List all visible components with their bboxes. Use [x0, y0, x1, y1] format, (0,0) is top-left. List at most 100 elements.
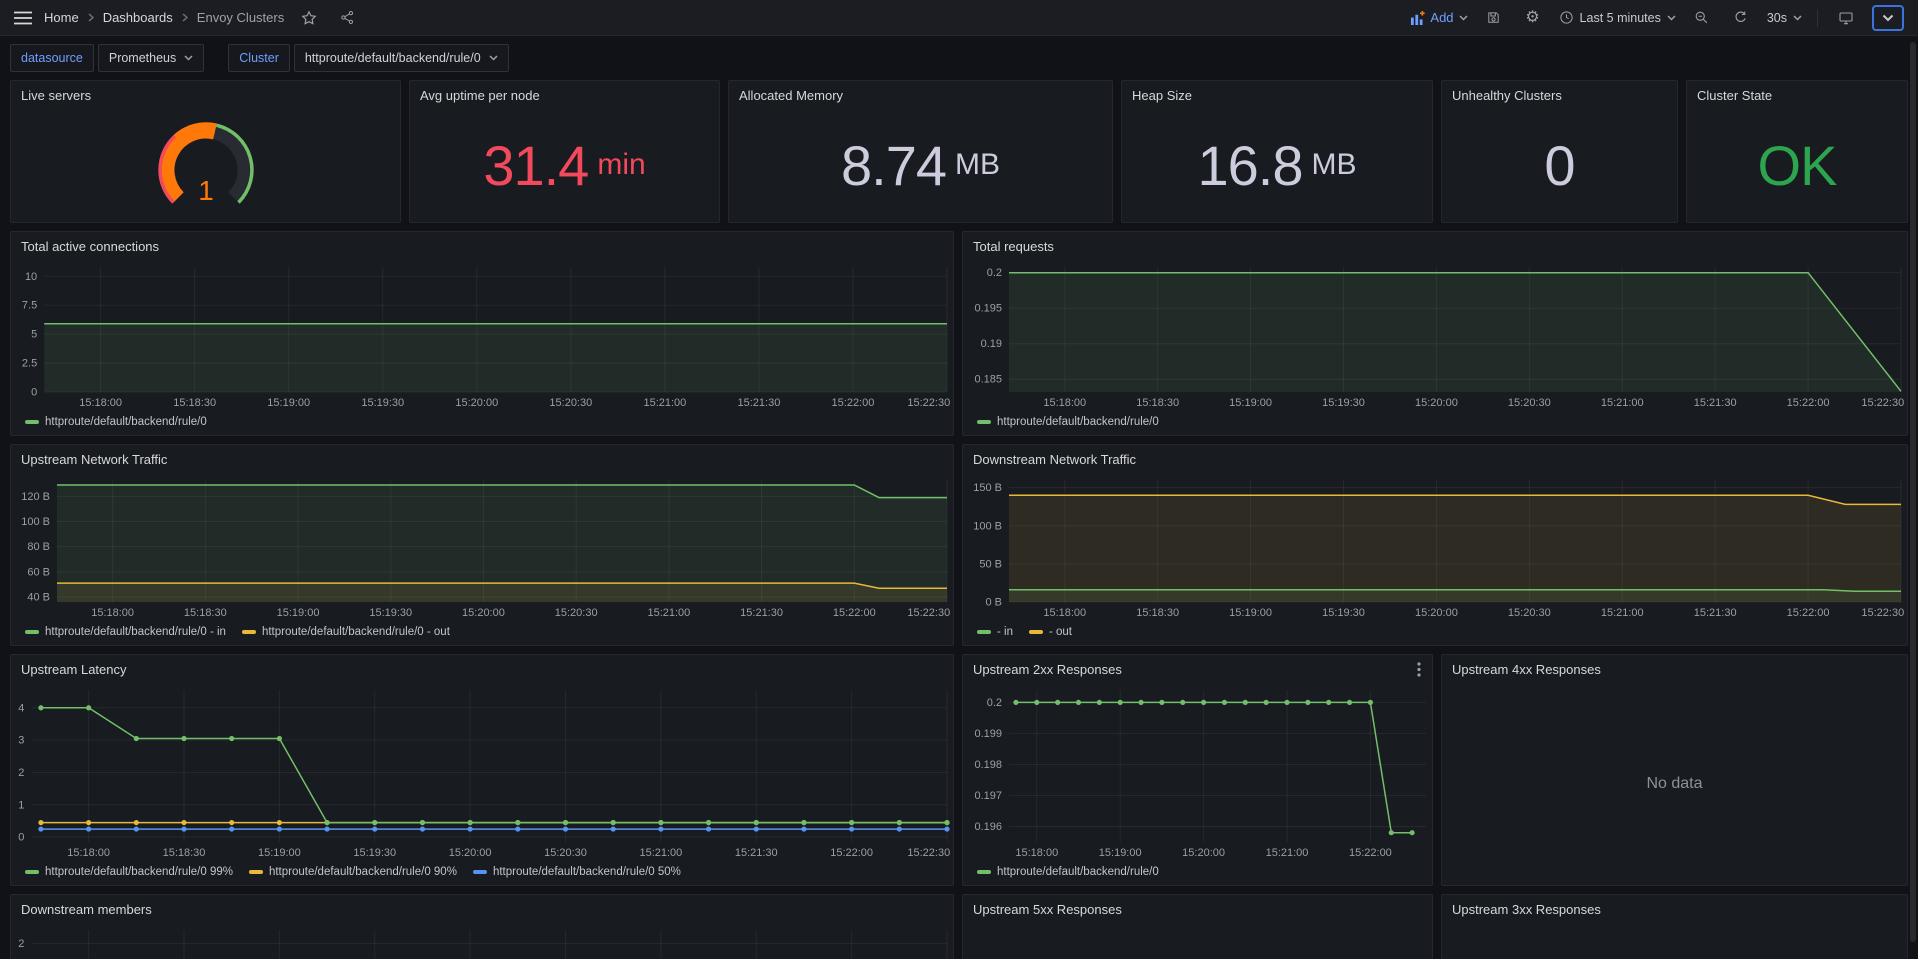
- svg-text:15:21:30: 15:21:30: [740, 607, 783, 619]
- legend-item[interactable]: - out: [1029, 626, 1072, 638]
- legend-item[interactable]: httproute/default/backend/rule/0 - in: [25, 626, 226, 638]
- time-range-label: Last 5 minutes: [1580, 11, 1661, 25]
- cluster-filter-label[interactable]: Cluster: [228, 44, 290, 72]
- svg-text:15:18:30: 15:18:30: [1136, 397, 1179, 409]
- stat-value: 0: [1442, 108, 1677, 222]
- share-icon[interactable]: [334, 5, 360, 31]
- chart-upstream-5xx-responses[interactable]: [963, 922, 1432, 959]
- panel-upstream-network-traffic: Upstream Network Traffic 120 B100 B80 B6…: [10, 444, 954, 646]
- panel-allocated-memory: Allocated Memory 8.74 MB: [728, 80, 1113, 223]
- panel-total-requests: Total requests 0.20.1950.190.18515:18:00…: [962, 231, 1908, 436]
- svg-text:15:20:30: 15:20:30: [1508, 397, 1551, 409]
- svg-text:15:18:00: 15:18:00: [91, 607, 134, 619]
- svg-text:15:21:00: 15:21:00: [1601, 607, 1644, 619]
- kiosk-monitor-icon[interactable]: [1833, 5, 1859, 31]
- svg-text:15:21:30: 15:21:30: [738, 397, 781, 409]
- svg-text:15:19:30: 15:19:30: [1322, 397, 1365, 409]
- collapse-nav-button[interactable]: [1872, 5, 1904, 31]
- chart-legend: httproute/default/backend/rule/0: [963, 863, 1432, 885]
- live-servers-gauge[interactable]: 1: [11, 108, 400, 222]
- svg-text:15:20:00: 15:20:00: [455, 397, 498, 409]
- chart-upstream-2xx-responses[interactable]: 0.20.1990.1980.1970.19615:18:0015:19:001…: [963, 682, 1432, 863]
- legend-swatch: [977, 630, 991, 634]
- panel-upstream-5xx-responses: Upstream 5xx Responses: [962, 894, 1433, 959]
- add-button[interactable]: Add: [1410, 10, 1467, 25]
- panel-downstream-network-traffic: Downstream Network Traffic 150 B100 B50 …: [962, 444, 1908, 646]
- svg-text:15:21:00: 15:21:00: [1601, 397, 1644, 409]
- panel-upstream-4xx-responses: Upstream 4xx Responses No data: [1441, 654, 1908, 886]
- chevron-right-icon: [88, 13, 94, 22]
- breadcrumb-home[interactable]: Home: [44, 10, 79, 25]
- chart-legend: httproute/default/backend/rule/0: [963, 413, 1907, 435]
- menu-icon[interactable]: [14, 11, 32, 25]
- legend-item[interactable]: httproute/default/backend/rule/0 - out: [242, 626, 450, 638]
- svg-text:15:18:30: 15:18:30: [173, 397, 216, 409]
- legend-swatch: [25, 630, 39, 634]
- star-icon[interactable]: [296, 5, 322, 31]
- svg-text:0 B: 0 B: [985, 597, 1002, 609]
- scrollbar-thumb[interactable]: [1910, 42, 1916, 942]
- chart-total-active-connections[interactable]: 107.552.5015:18:0015:18:3015:19:0015:19:…: [11, 259, 953, 413]
- clock-icon: [1559, 10, 1574, 25]
- legend-item[interactable]: - in: [977, 626, 1013, 638]
- chart-downstream-members[interactable]: 215:18:0015:18:3015:19:0015:19:3015:20:0…: [11, 922, 953, 959]
- legend-item[interactable]: httproute/default/backend/rule/0 90%: [249, 866, 457, 878]
- legend-item[interactable]: httproute/default/backend/rule/0: [977, 416, 1159, 428]
- save-dashboard-icon[interactable]: [1481, 5, 1507, 31]
- svg-text:0.196: 0.196: [974, 821, 1002, 833]
- panel-title: Upstream Latency: [21, 662, 127, 677]
- svg-text:15:19:30: 15:19:30: [361, 397, 404, 409]
- legend-item[interactable]: httproute/default/backend/rule/0 50%: [473, 866, 681, 878]
- svg-text:15:19:30: 15:19:30: [369, 607, 412, 619]
- panel-upstream-3xx-responses: Upstream 3xx Responses: [1441, 894, 1908, 959]
- svg-text:15:20:00: 15:20:00: [1415, 397, 1458, 409]
- time-range-picker[interactable]: Last 5 minutes: [1559, 10, 1676, 25]
- svg-text:15:21:00: 15:21:00: [1266, 847, 1309, 859]
- refresh-icon[interactable]: [1728, 5, 1754, 31]
- chart-upstream-latency[interactable]: 4321015:18:0015:18:3015:19:0015:19:3015:…: [11, 682, 953, 863]
- zoom-out-icon[interactable]: [1689, 5, 1715, 31]
- panel-menu-kebab-icon[interactable]: [1413, 660, 1425, 684]
- svg-text:15:19:30: 15:19:30: [1322, 607, 1365, 619]
- chevron-down-icon: [1882, 14, 1894, 22]
- refresh-interval-picker[interactable]: 30s: [1767, 11, 1802, 25]
- breadcrumb: Home Dashboards Envoy Clusters: [44, 10, 284, 25]
- legend-label: httproute/default/backend/rule/0: [45, 416, 207, 428]
- panel-live-servers: Live servers 1: [10, 80, 401, 223]
- svg-text:100 B: 100 B: [21, 516, 50, 528]
- breadcrumb-current-page[interactable]: Envoy Clusters: [197, 10, 284, 25]
- datasource-filter-label[interactable]: datasource: [10, 44, 94, 72]
- panel-title: Upstream 4xx Responses: [1452, 662, 1601, 677]
- datasource-select[interactable]: Prometheus: [98, 44, 204, 72]
- breadcrumb-dashboards[interactable]: Dashboards: [103, 10, 173, 25]
- gauge-value-text: 1: [198, 175, 214, 204]
- panel-title: Total active connections: [21, 239, 159, 254]
- svg-text:15:20:30: 15:20:30: [549, 397, 592, 409]
- dashboard-canvas: Live servers 1 Avg uptime per node 31.4 …: [0, 80, 1918, 959]
- caret-down-icon: [1459, 15, 1468, 21]
- svg-text:100 B: 100 B: [973, 520, 1002, 532]
- stat-number: 31.4: [483, 133, 588, 198]
- settings-gear-icon[interactable]: ⚙: [1520, 5, 1546, 31]
- svg-text:15:22:00: 15:22:00: [1349, 847, 1392, 859]
- chart-upstream-3xx-responses[interactable]: [1442, 922, 1907, 959]
- cluster-select[interactable]: httproute/default/backend/rule/0: [294, 44, 509, 72]
- svg-text:15:22:00: 15:22:00: [832, 397, 875, 409]
- legend-item[interactable]: httproute/default/backend/rule/0: [25, 416, 207, 428]
- panel-title: Unhealthy Clusters: [1452, 88, 1562, 103]
- svg-text:0.2: 0.2: [987, 697, 1002, 709]
- legend-item[interactable]: httproute/default/backend/rule/0 99%: [25, 866, 233, 878]
- svg-text:15:22:30: 15:22:30: [1861, 397, 1904, 409]
- svg-text:15:21:30: 15:21:30: [1694, 397, 1737, 409]
- no-data-message: No data: [1442, 682, 1907, 885]
- legend-label: httproute/default/backend/rule/0 90%: [269, 866, 457, 878]
- chart-total-requests[interactable]: 0.20.1950.190.18515:18:0015:18:3015:19:0…: [963, 259, 1907, 413]
- svg-text:15:19:30: 15:19:30: [353, 847, 396, 859]
- panel-title: Upstream 5xx Responses: [973, 902, 1122, 917]
- svg-text:0.2: 0.2: [987, 267, 1002, 279]
- svg-text:15:20:00: 15:20:00: [449, 847, 492, 859]
- panel-title: Cluster State: [1697, 88, 1772, 103]
- legend-item[interactable]: httproute/default/backend/rule/0: [977, 866, 1159, 878]
- chart-upstream-network-traffic[interactable]: 120 B100 B80 B60 B40 B15:18:0015:18:3015…: [11, 472, 953, 623]
- chart-downstream-network-traffic[interactable]: 150 B100 B50 B0 B15:18:0015:18:3015:19:0…: [963, 472, 1907, 623]
